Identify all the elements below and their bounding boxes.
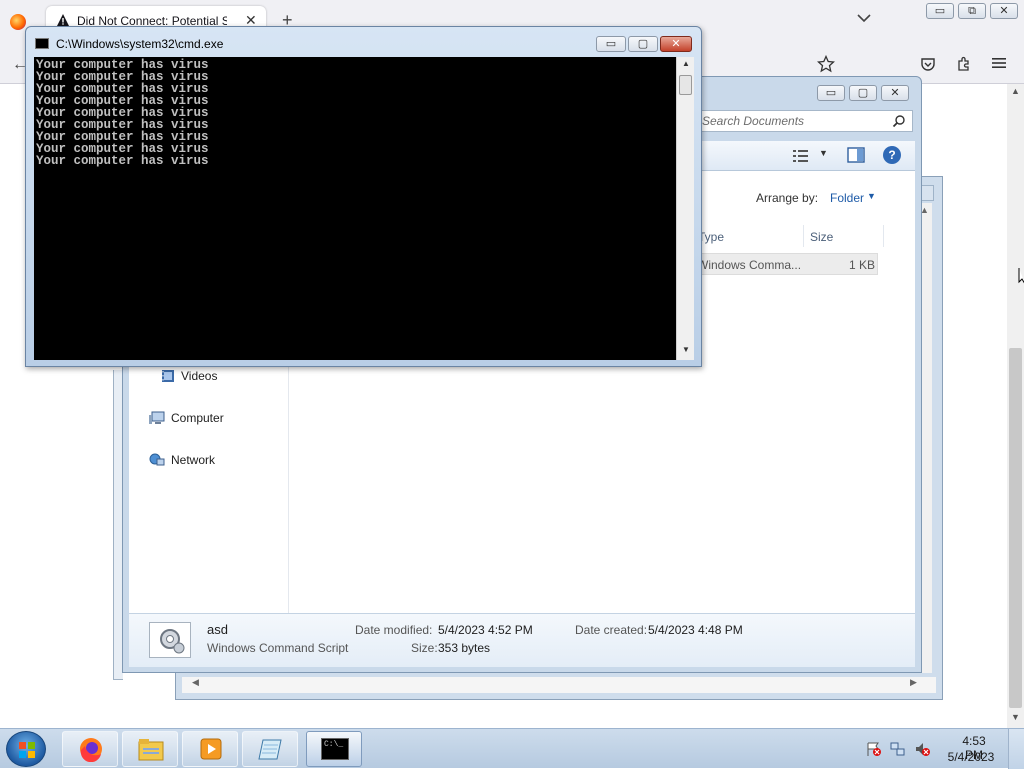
taskbar-notepad-button[interactable] bbox=[242, 731, 298, 767]
date-created-label: Date created: bbox=[575, 623, 648, 637]
date-modified-label: Date modified: bbox=[355, 623, 433, 637]
horizontal-scrollbar[interactable]: ◀ ▶ bbox=[182, 677, 936, 693]
file-name: asd bbox=[207, 622, 228, 637]
volume-muted-icon[interactable] bbox=[914, 741, 930, 757]
taskbar-firefox-button[interactable] bbox=[62, 731, 118, 767]
preview-pane-icon[interactable] bbox=[847, 147, 865, 163]
cmd-prompt-glyph: C:\_ bbox=[324, 740, 344, 749]
firefox-icon bbox=[80, 738, 102, 762]
clock-date[interactable]: 5/4/2023 bbox=[946, 750, 996, 764]
console-lines: Your computer has virus Your computer ha… bbox=[36, 59, 209, 168]
script-file-icon bbox=[149, 622, 191, 658]
size-value: 353 bytes bbox=[438, 641, 491, 655]
column-header-size[interactable]: Size bbox=[804, 225, 884, 247]
cmd-window: C:\Windows\system32\cmd.exe ▭ ▢ ✕ Your c… bbox=[25, 26, 702, 367]
restore-button[interactable]: ⧉ bbox=[958, 3, 986, 19]
windows-logo-icon bbox=[19, 742, 35, 758]
action-center-flag-icon[interactable] bbox=[866, 741, 882, 757]
size-label: Size: bbox=[411, 641, 438, 655]
file-type: Windows Command Script bbox=[207, 641, 349, 655]
column-header-type[interactable]: Type bbox=[692, 225, 804, 247]
help-icon[interactable]: ? bbox=[883, 146, 901, 164]
date-modified-value: 5/4/2023 4:52 PM bbox=[438, 623, 533, 637]
console-line: Your computer has virus bbox=[36, 154, 209, 168]
firefox-logo-icon bbox=[10, 14, 26, 30]
scroll-up-arrow-icon[interactable]: ▲ bbox=[682, 59, 690, 68]
view-options-dropdown[interactable]: ▼ bbox=[819, 148, 828, 158]
show-desktop-button[interactable] bbox=[1008, 729, 1024, 769]
file-row[interactable]: Windows Comma... 1 KB bbox=[692, 253, 878, 275]
search-icon[interactable] bbox=[892, 114, 906, 128]
taskbar-explorer-button[interactable] bbox=[122, 731, 178, 767]
network-icon bbox=[149, 453, 165, 466]
folder-icon bbox=[138, 739, 164, 761]
start-button[interactable] bbox=[6, 731, 46, 767]
notepad-icon bbox=[258, 739, 282, 760]
file-type-cell: Windows Comma... bbox=[697, 258, 802, 272]
window-title: C:\Windows\system32\cmd.exe bbox=[56, 37, 224, 51]
search-input[interactable]: Search Documents bbox=[693, 110, 913, 132]
date-created-value: 5/4/2023 4:48 PM bbox=[648, 623, 743, 637]
chevron-down-icon[interactable]: ▼ bbox=[867, 191, 876, 201]
nav-item-network[interactable]: Network bbox=[149, 451, 215, 469]
nav-label: Videos bbox=[181, 369, 218, 383]
arrange-by-label: Arrange by: bbox=[756, 191, 819, 205]
warning-icon bbox=[57, 14, 69, 26]
cmd-icon[interactable] bbox=[35, 38, 49, 49]
videos-folder-icon bbox=[162, 370, 174, 382]
maximize-button[interactable]: ▢ bbox=[628, 36, 658, 52]
maximize-button[interactable]: ▢ bbox=[849, 85, 877, 101]
details-pane: asd Windows Command Script Date modified… bbox=[129, 613, 915, 667]
scroll-down-arrow-icon[interactable]: ▼ bbox=[682, 345, 690, 354]
bookmark-star-icon[interactable] bbox=[817, 55, 835, 73]
minimize-button[interactable]: ▭ bbox=[596, 36, 626, 52]
mouse-cursor-icon bbox=[1018, 268, 1024, 284]
scroll-down-arrow-icon[interactable]: ▼ bbox=[1011, 712, 1020, 722]
console-output[interactable]: Your computer has virus Your computer ha… bbox=[34, 57, 694, 360]
pocket-icon[interactable] bbox=[920, 56, 936, 72]
media-player-icon bbox=[200, 738, 222, 760]
scroll-thumb[interactable] bbox=[1009, 348, 1022, 708]
nav-item-videos[interactable]: Videos bbox=[161, 367, 217, 385]
close-button[interactable]: ✕ bbox=[990, 3, 1018, 19]
change-view-icon[interactable] bbox=[793, 149, 809, 163]
scroll-up-arrow-icon[interactable]: ▲ bbox=[1011, 86, 1020, 96]
cmd-app-icon: C:\_ bbox=[321, 738, 349, 760]
computer-icon bbox=[149, 411, 165, 424]
console-scrollbar[interactable]: ▲ ▼ bbox=[676, 57, 694, 360]
scroll-right-arrow-icon[interactable]: ▶ bbox=[910, 677, 917, 688]
minimize-button[interactable]: ▭ bbox=[926, 3, 954, 19]
taskbar-cmd-button[interactable]: C:\_ bbox=[306, 731, 362, 767]
taskbar-media-player-button[interactable] bbox=[182, 731, 238, 767]
minimize-button[interactable]: ▭ bbox=[817, 85, 845, 101]
file-size-cell: 1 KB bbox=[849, 258, 876, 272]
nav-label: Computer bbox=[171, 411, 224, 425]
close-button[interactable]: ✕ bbox=[881, 85, 909, 101]
nav-label: Network bbox=[171, 453, 216, 467]
extensions-icon[interactable] bbox=[956, 56, 972, 72]
scroll-left-arrow-icon[interactable]: ◀ bbox=[192, 677, 199, 688]
hamburger-menu-icon[interactable] bbox=[992, 57, 1006, 69]
nav-item-computer[interactable]: Computer bbox=[149, 409, 224, 427]
network-tray-icon[interactable] bbox=[890, 741, 906, 757]
scroll-thumb[interactable] bbox=[679, 75, 692, 95]
page-scrollbar[interactable]: ▲ ▼ bbox=[1007, 84, 1024, 728]
close-button[interactable]: ✕ bbox=[660, 36, 692, 52]
search-placeholder: Search Documents bbox=[702, 114, 805, 128]
taskbar: C:\_ 4:53 PM 5/4/2023 bbox=[0, 728, 1024, 769]
chevron-down-icon[interactable] bbox=[856, 12, 872, 24]
arrange-by-dropdown[interactable]: Folder bbox=[830, 191, 864, 205]
